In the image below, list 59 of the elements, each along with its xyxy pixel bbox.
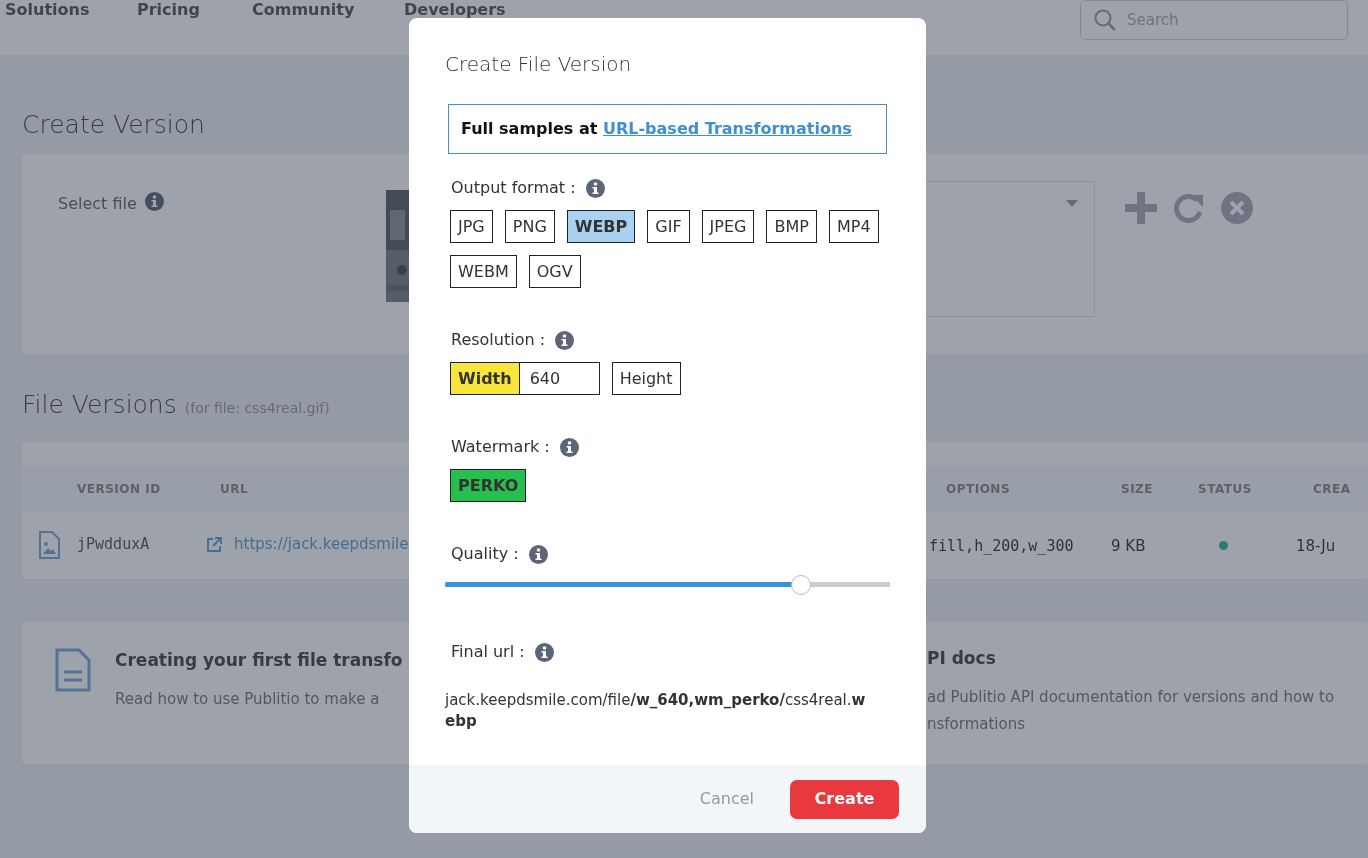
format-option[interactable]: MP4: [828, 210, 879, 243]
format-option[interactable]: BMP: [766, 210, 817, 243]
image-file-icon: [38, 530, 60, 559]
format-option[interactable]: JPG: [450, 210, 493, 243]
info-icon: [559, 437, 579, 457]
size-cell-text: 9 KB: [1111, 535, 1146, 557]
caret-icon: [1066, 200, 1078, 207]
field-label: Output format :: [451, 177, 576, 199]
format-option[interactable]: PNG: [504, 210, 555, 243]
remove-icon[interactable]: [1221, 192, 1253, 224]
column-header: STATUS: [1198, 481, 1252, 498]
search-icon: [1093, 8, 1117, 32]
info-icon: [585, 178, 605, 198]
info-icon: [534, 642, 554, 662]
nav-link[interactable]: Pricing: [137, 0, 200, 22]
nav-link[interactable]: Community: [252, 0, 355, 22]
create-button[interactable]: Create: [790, 779, 899, 819]
dimension-option[interactable]: Width: [450, 362, 520, 395]
column-header: URL: [220, 481, 249, 498]
field-label: Quality :: [451, 543, 519, 565]
column-header: CREA: [1313, 481, 1351, 498]
card-title: PI docs: [927, 647, 997, 670]
document-icon: [55, 648, 91, 692]
dimension-option[interactable]: Height: [611, 362, 681, 395]
info-icon: [144, 192, 164, 211]
column-header: VERSION ID: [77, 481, 161, 498]
watermark-option[interactable]: PERKO: [450, 469, 527, 502]
card-text: Read how to use Publitio to make a: [115, 688, 381, 710]
samples-note: Full samples at URL-based Transformations: [448, 104, 887, 154]
nav-link[interactable]: Developers: [404, 0, 506, 22]
external-link-icon: [207, 537, 222, 552]
column-header: SIZE: [1121, 481, 1153, 498]
redo-icon[interactable]: [1173, 192, 1205, 224]
options-cell-text: fill,h_200,w_300: [929, 535, 1074, 557]
field-label: Select file: [58, 193, 137, 215]
format-option[interactable]: WEBP: [566, 210, 636, 243]
final-url: jack.keepdsmile.com/file/w_640,wm_perko/css4real.webp: [445, 690, 867, 732]
section-title: Create Version: [22, 110, 205, 140]
field-label: Final url :: [451, 641, 525, 663]
card-title: Creating your first file transfo: [115, 649, 403, 672]
format-option[interactable]: WEBM: [450, 255, 517, 288]
card-text: nsformations: [927, 713, 1027, 735]
info-icon: [555, 330, 575, 350]
card-text: ad Publitio API documentation for versions and how to: [927, 686, 1335, 708]
info-icon: [528, 544, 548, 564]
dimension-input[interactable]: 640: [519, 362, 600, 395]
format-option[interactable]: OGV: [528, 255, 581, 288]
version-id: jPwdduxA: [77, 534, 151, 556]
format-option[interactable]: JPEG: [701, 210, 755, 243]
field-label: Resolution :: [451, 329, 546, 351]
date-cell-text: 18-Ju: [1296, 535, 1336, 557]
field-label: Watermark :: [451, 436, 550, 458]
format-option[interactable]: GIF: [647, 210, 690, 243]
plus-icon[interactable]: [1125, 192, 1157, 224]
column-header: OPTIONS: [946, 481, 1011, 498]
section-title: File Versions: [22, 390, 177, 420]
nav-link[interactable]: Solutions: [5, 0, 90, 22]
slider-thumb[interactable]: [791, 575, 811, 595]
dialog-title: Create File Version: [445, 52, 633, 76]
